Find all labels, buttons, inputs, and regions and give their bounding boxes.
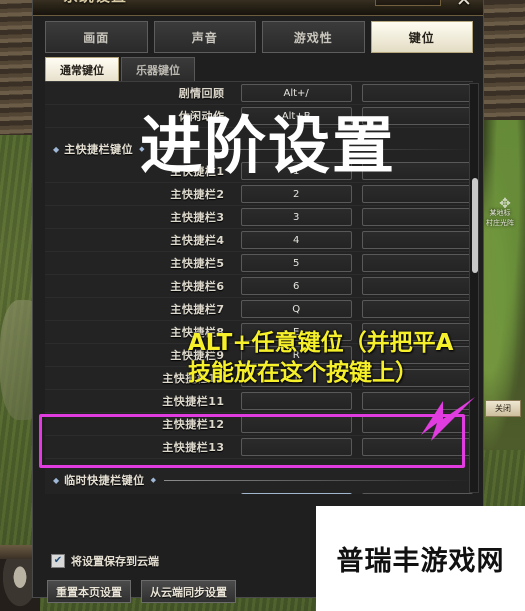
table-row: 主快捷栏11	[45, 390, 473, 413]
tab-0[interactable]: 画面	[45, 21, 148, 53]
annotation-big-title: 进阶设置	[140, 109, 397, 182]
diamond-icon: ◆	[53, 144, 60, 154]
watermark-text: 普瑞丰游戏网	[336, 546, 505, 577]
table-row: 剧情回顾 Alt+/	[45, 82, 473, 105]
annotation-note-line1: ALT+任意键位（并把平A	[188, 330, 454, 356]
keybind-secondary-field[interactable]	[361, 185, 473, 203]
subtab-0[interactable]: 通常键位	[45, 57, 119, 83]
keybind-primary-field[interactable]: 4	[240, 231, 352, 249]
keybind-secondary-field[interactable]	[361, 277, 473, 295]
keybind-label: 主快捷栏2	[170, 188, 225, 201]
keybind-secondary-field[interactable]	[361, 254, 473, 272]
table-row: 主快捷栏7 Q	[45, 298, 473, 321]
annotation-highlight-box	[39, 414, 465, 468]
keybind-primary-field[interactable]: Alt+E	[240, 493, 352, 494]
keybind-secondary-field[interactable]	[361, 231, 473, 249]
diamond-icon: ◆	[53, 475, 60, 485]
table-row: 主快捷栏3 3	[45, 206, 473, 229]
keybind-label: 主快捷栏6	[170, 280, 225, 293]
dialog-title: 系统设置	[63, 0, 127, 6]
cloud-save-checkbox[interactable]: ✔	[51, 554, 65, 568]
tab-1[interactable]: 声音	[153, 21, 256, 53]
cloud-save-label: 将设置保存到云端	[71, 555, 159, 568]
footer-button-1[interactable]: 从云端同步设置	[141, 580, 236, 603]
keybind-label: 主快捷栏5	[170, 257, 225, 270]
keybind-label: 主快捷栏7	[170, 303, 225, 316]
section-divider	[164, 479, 473, 481]
keybind-primary-field[interactable]: Alt+/	[240, 84, 352, 102]
keybind-primary-field[interactable]: 2	[240, 185, 352, 203]
table-row: 主快捷栏6 6	[45, 275, 473, 298]
game-close-button[interactable]: 关闭	[485, 400, 521, 417]
cloud-save-checkbox-row[interactable]: ✔ 将设置保存到云端	[51, 553, 159, 569]
section-header-label: 主快捷栏键位	[64, 143, 134, 156]
subtab-1[interactable]: 乐器键位	[121, 57, 195, 83]
tab-3[interactable]: 键位	[370, 21, 473, 53]
keybind-primary-field[interactable]: 3	[240, 208, 352, 226]
keybind-label: 主快捷栏11	[162, 395, 225, 408]
table-row: 主快捷栏4 4	[45, 229, 473, 252]
keybind-secondary-field[interactable]	[361, 84, 473, 102]
annotation-note: ALT+任意键位（并把平A 技能放在这个按键上）	[188, 328, 453, 388]
section-header: ◆ 临时快捷栏键位 ◆	[45, 469, 473, 491]
annotation-arrow-icon	[421, 397, 475, 441]
watermark: 普瑞丰游戏网	[316, 506, 525, 611]
diamond-icon-small: ◆	[150, 476, 157, 484]
footer-button-0[interactable]: 重置本页设置	[47, 580, 131, 603]
section-header-label: 临时快捷栏键位	[64, 474, 145, 487]
keybind-secondary-field[interactable]	[361, 493, 473, 494]
table-row: 主快捷栏2 2	[45, 183, 473, 206]
keybind-primary-field[interactable]: 5	[240, 254, 352, 272]
keybind-primary-field[interactable]: 6	[240, 277, 352, 295]
poi-label-text: 某地标	[489, 209, 511, 217]
main-tabs: 画面 声音 游戏性 键位	[45, 21, 473, 53]
sub-tabs: 通常键位 乐器键位	[45, 57, 195, 83]
close-icon[interactable]: ✕	[453, 0, 475, 11]
keybind-secondary-field[interactable]	[361, 300, 473, 318]
table-row: 主快捷栏5 5	[45, 252, 473, 275]
annotation-note-line2: 技能放在这个按键上）	[188, 360, 418, 386]
keybind-label: 主快捷栏3	[170, 211, 225, 224]
table-row: 临时快捷栏1Alt+E	[45, 491, 473, 494]
tab-2[interactable]: 游戏性	[262, 21, 365, 53]
poi-sublabel-text: 村庄光阵	[486, 219, 514, 227]
keybind-label: 主快捷栏4	[170, 234, 225, 247]
keybind-label: 剧情回顾	[178, 87, 225, 100]
keybind-secondary-field[interactable]	[361, 208, 473, 226]
scrollbar-thumb[interactable]	[472, 178, 478, 273]
help-button[interactable]: 单充问题与帮助	[375, 0, 441, 6]
keybind-primary-field[interactable]: Q	[240, 300, 352, 318]
keybind-primary-field[interactable]	[240, 392, 352, 410]
